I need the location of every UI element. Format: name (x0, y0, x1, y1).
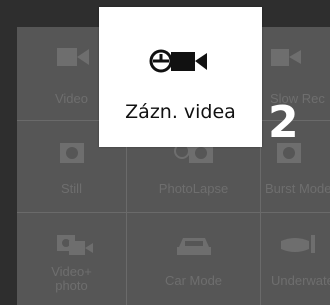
selected-mode-popup[interactable]: Zázn. videa (99, 7, 262, 147)
mode-video-photo[interactable]: Video+ photo (17, 213, 127, 305)
video-record-icon (149, 49, 207, 73)
selected-mode-number: 2 (268, 97, 299, 148)
mode-label: Car Mode (164, 273, 223, 288)
diving-mask-icon (281, 235, 315, 253)
mode-label: Video+ photo (51, 264, 92, 293)
mode-label: Burst Mode (265, 181, 330, 196)
video-photo-icon (57, 235, 93, 255)
mode-car[interactable]: Car Mode (127, 213, 261, 305)
slow-motion-video-icon (271, 49, 301, 66)
mode-underwater[interactable]: Underwater (261, 213, 330, 305)
car-icon (177, 238, 211, 255)
mode-label: PhotoLapse (158, 181, 229, 196)
mode-label: Still (61, 181, 82, 196)
selected-mode-label: Zázn. videa (125, 101, 236, 123)
mode-label: Underwater (271, 273, 330, 288)
